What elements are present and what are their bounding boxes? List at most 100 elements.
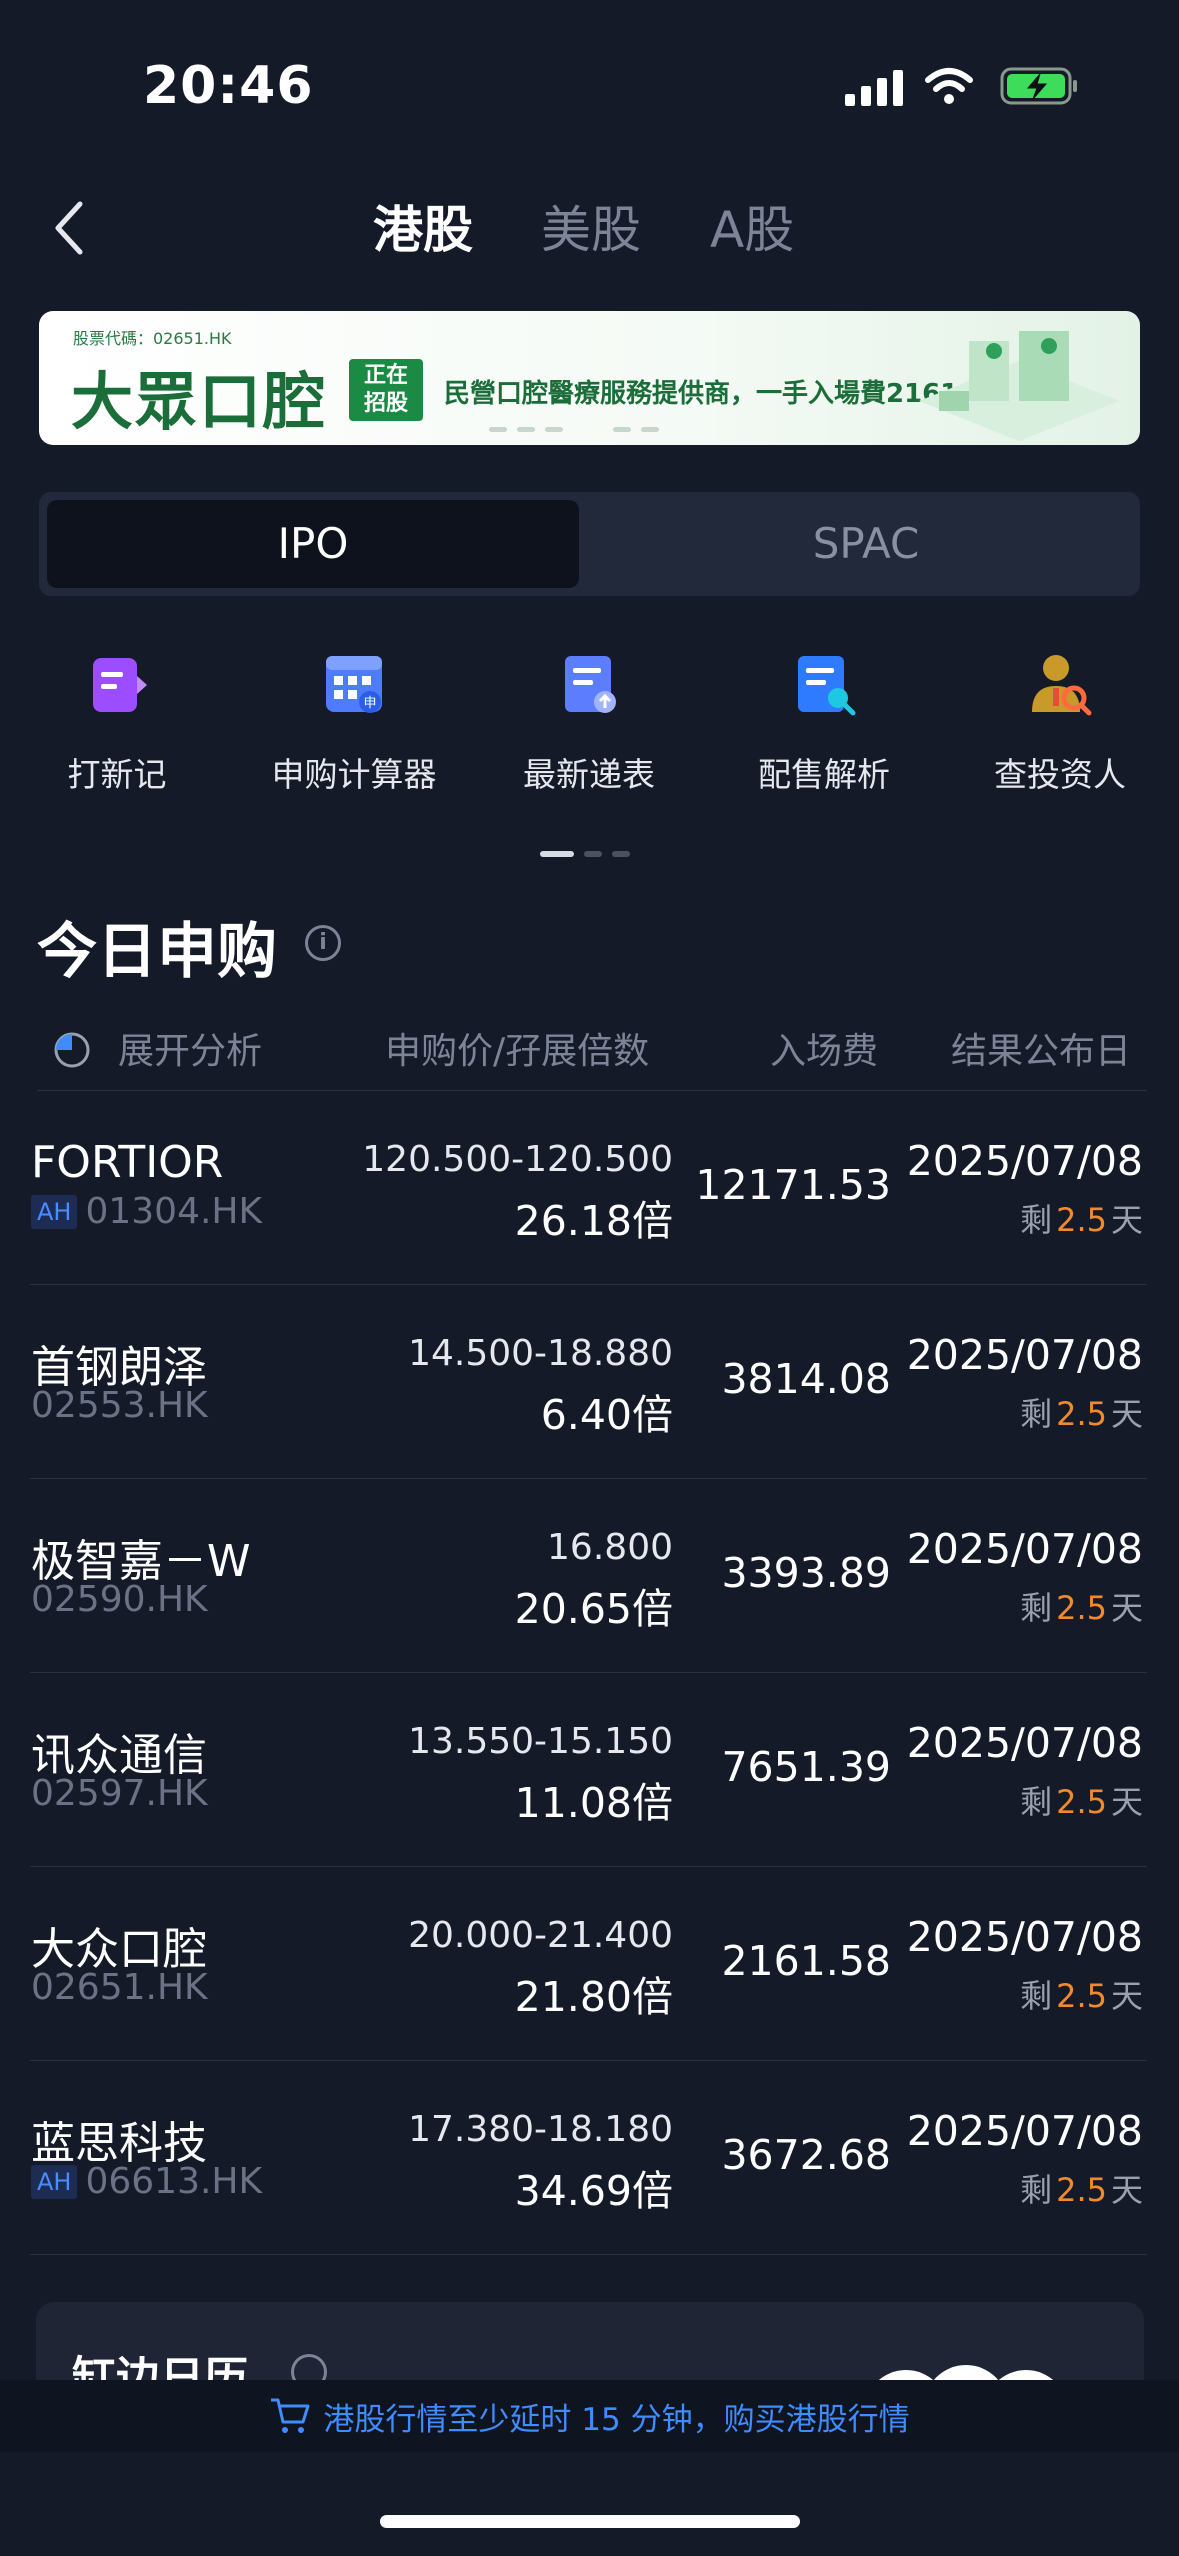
- entry-fee: 12171.53: [695, 1161, 891, 1209]
- days-remaining-prefix: 剩: [1020, 1977, 1053, 2015]
- stock-code: 02651.HK: [31, 1967, 208, 2008]
- tool-latest-filings[interactable]: 最新递表: [489, 650, 689, 796]
- cellular-signal-icon: [845, 68, 903, 106]
- days-remaining-unit: 天: [1110, 1783, 1143, 1821]
- segment-ipo[interactable]: IPO: [47, 500, 579, 588]
- tool-label: 打新记: [67, 755, 167, 794]
- header-result-date[interactable]: 结果公布日: [951, 1022, 1131, 1074]
- result-date: 2025/07/08: [906, 1525, 1143, 1573]
- tab-hk-stocks[interactable]: 港股: [373, 190, 473, 270]
- entry-fee: 3393.89: [721, 1549, 891, 1597]
- days-remaining-number: 2.5: [1056, 1783, 1107, 1821]
- ah-badge: AH: [31, 1194, 78, 1229]
- tools-pagination: [540, 851, 630, 857]
- stock-code-line: 02553.HK: [31, 1385, 208, 1426]
- entry-fee: 3672.68: [721, 2131, 891, 2179]
- margin-multiple: 11.08倍: [514, 1779, 673, 1827]
- entry-fee: 3814.08: [721, 1355, 891, 1403]
- header-entry-fee[interactable]: 入场费: [770, 1022, 878, 1074]
- margin-multiple: 34.69倍: [514, 2167, 673, 2215]
- ipo-promo-banner[interactable]: 股票代碼：02651.HK 大眾口腔 正在 招股 民營口腔醫療服務提供商，一手入…: [39, 311, 1140, 445]
- banner-stock-code: 股票代碼：02651.HK: [73, 329, 232, 348]
- banner-tag-line1: 正在: [363, 363, 408, 388]
- stock-code: 02590.HK: [31, 1579, 208, 1620]
- margin-multiple: 21.80倍: [514, 1973, 673, 2021]
- days-remaining-prefix: 剩: [1020, 1201, 1053, 1239]
- subscription-price: 14.500-18.880: [408, 1333, 673, 1374]
- stock-code: 01304.HK: [85, 1191, 263, 1232]
- tool-label: 查投资人: [994, 755, 1126, 794]
- days-remaining: 剩 2.5 天: [1020, 1777, 1143, 1823]
- days-remaining-prefix: 剩: [1020, 1589, 1053, 1627]
- days-remaining-number: 2.5: [1056, 1201, 1107, 1239]
- banner-company-name: 大眾口腔: [71, 365, 328, 438]
- stock-code: 06613.HK: [85, 2161, 263, 2202]
- days-remaining-prefix: 剩: [1020, 1783, 1053, 1821]
- tool-label: 配售解析: [758, 755, 890, 794]
- tool-label: 申购计算器: [271, 755, 437, 794]
- document-upload-icon: [565, 656, 616, 713]
- days-remaining-number: 2.5: [1056, 1589, 1107, 1627]
- investor-search-icon: [1032, 655, 1092, 716]
- stock-code-line: 02597.HK: [31, 1773, 208, 1814]
- days-remaining-number: 2.5: [1056, 1395, 1107, 1433]
- subscription-price: 20.000-21.400: [408, 1915, 673, 1956]
- notice-text: 港股行情至少延时 15 分钟，购买港股行情: [323, 2401, 910, 2438]
- tool-placement-analysis[interactable]: 配售解析: [724, 650, 924, 796]
- notebook-icon: [93, 658, 147, 712]
- home-indicator[interactable]: [380, 2515, 800, 2528]
- entry-fee: 7651.39: [721, 1743, 891, 1791]
- days-remaining-unit: 天: [1110, 2171, 1143, 2209]
- expand-analysis-button[interactable]: 展开分析: [118, 1022, 262, 1074]
- days-remaining: 剩 2.5 天: [1020, 1583, 1143, 1629]
- tool-ipo-journal[interactable]: 打新记: [17, 650, 217, 796]
- margin-multiple: 26.18倍: [514, 1197, 673, 1245]
- result-date: 2025/07/08: [906, 1137, 1143, 1185]
- days-remaining-unit: 天: [1110, 1589, 1143, 1627]
- stock-name: FORTIOR: [31, 1137, 224, 1188]
- bottom-safe-area: [0, 2452, 1179, 2556]
- tool-investor-search[interactable]: 查投资人: [960, 650, 1160, 796]
- table-row[interactable]: 讯众通信 02597.HK 13.550-15.150 11.08倍 7651.…: [0, 1673, 1179, 1867]
- stock-code-line: 02590.HK: [31, 1579, 208, 1620]
- result-date: 2025/07/08: [906, 1719, 1143, 1767]
- days-remaining-prefix: 剩: [1020, 2171, 1053, 2209]
- table-row[interactable]: 大众口腔 02651.HK 20.000-21.400 21.80倍 2161.…: [0, 1867, 1179, 2061]
- ipo-spac-segment: IPO SPAC: [39, 492, 1140, 596]
- table-row[interactable]: 极智嘉－W 02590.HK 16.800 20.65倍 3393.89 202…: [0, 1479, 1179, 1673]
- entry-fee: 2161.58: [721, 1937, 891, 1985]
- days-remaining-number: 2.5: [1056, 1977, 1107, 2015]
- days-remaining: 剩 2.5 天: [1020, 1971, 1143, 2017]
- stock-code: 02597.HK: [31, 1773, 208, 1814]
- table-row[interactable]: FORTIOR AH 01304.HK 120.500-120.500 26.18…: [0, 1091, 1179, 1285]
- delayed-quote-notice[interactable]: 港股行情至少延时 15 分钟，购买港股行情: [0, 2380, 1179, 2452]
- tool-subscription-calculator[interactable]: 申 申购计算器: [254, 650, 454, 796]
- market-tabs: 港股 美股 A股: [0, 190, 1179, 270]
- days-remaining: 剩 2.5 天: [1020, 2165, 1143, 2211]
- tab-a-shares[interactable]: A股: [710, 190, 794, 270]
- table-row[interactable]: 首钢朗泽 02553.HK 14.500-18.880 6.40倍 3814.0…: [0, 1285, 1179, 1479]
- banner-status-tag: 正在 招股: [349, 359, 423, 421]
- info-icon[interactable]: i: [305, 925, 341, 961]
- battery-charging-icon: [1000, 67, 1077, 105]
- banner-tag-line2: 招股: [363, 391, 408, 416]
- pie-chart-icon[interactable]: [52, 1030, 92, 1070]
- days-remaining-unit: 天: [1110, 1395, 1143, 1433]
- table-row[interactable]: 蓝思科技 AH 06613.HK 17.380-18.180 34.69倍 367…: [0, 2061, 1179, 2255]
- header-price-multiple[interactable]: 申购价/孖展倍数: [385, 1022, 649, 1074]
- document-search-icon: [798, 656, 856, 716]
- tab-us-stocks[interactable]: 美股: [541, 190, 641, 270]
- row-divider: [30, 2254, 1147, 2255]
- shopping-cart-icon: [271, 2398, 310, 2433]
- days-remaining-unit: 天: [1110, 1977, 1143, 2015]
- stock-code-line: AH 06613.HK: [31, 2161, 262, 2202]
- wifi-icon: [925, 68, 973, 104]
- banner-pagination: [489, 427, 659, 432]
- svg-text:申: 申: [363, 696, 376, 711]
- segment-spac[interactable]: SPAC: [600, 500, 1132, 588]
- days-remaining-unit: 天: [1110, 1201, 1143, 1239]
- status-time: 20:46: [143, 56, 314, 116]
- margin-multiple: 6.40倍: [540, 1391, 673, 1439]
- stock-code-line: AH 01304.HK: [31, 1191, 262, 1232]
- margin-multiple: 20.65倍: [514, 1585, 673, 1633]
